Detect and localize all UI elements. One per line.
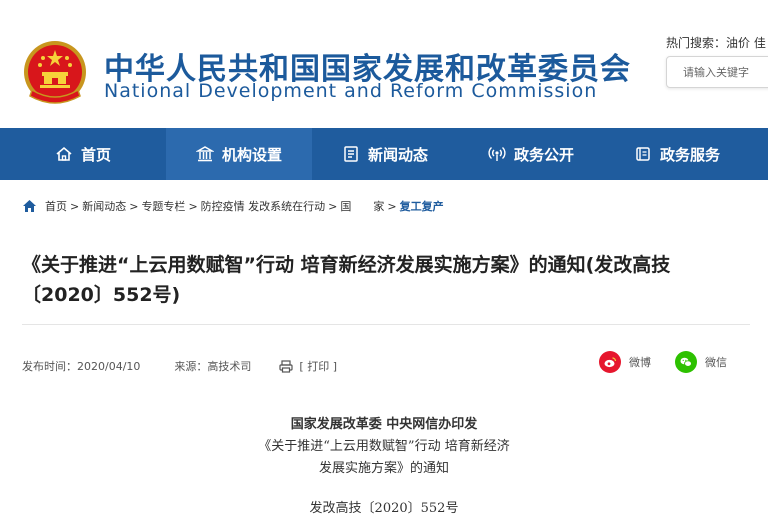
document-number: 发改高技〔2020〕552号 [309, 501, 459, 516]
nav-label: 首页 [80, 145, 111, 164]
body-title-line-2: 发展实施方案》的通知 [318, 461, 449, 476]
breadcrumb-separator: > [129, 199, 139, 213]
article-source: 来源：高技术司 [174, 360, 252, 373]
breadcrumb-separator: > [387, 199, 397, 213]
breadcrumb-news[interactable]: 新闻动态 [82, 198, 126, 214]
search-box[interactable] [666, 56, 768, 88]
body-issuer-line: 国家发展改革委 中央网信办印发 [290, 417, 478, 432]
site-header: 中华人民共和国国家发展和改革委员会 National Development a… [0, 0, 768, 128]
nav-label: 新闻动态 [367, 145, 428, 164]
weibo-icon [599, 351, 621, 373]
printer-icon [279, 359, 294, 373]
national-emblem-logo[interactable] [22, 38, 88, 108]
nav-item-home[interactable]: 首页 [0, 128, 166, 180]
breadcrumb-home[interactable]: 首页 [45, 198, 67, 214]
publish-date: 发布时间：2020/04/10 [22, 360, 141, 373]
share-weibo-button[interactable]: 微博 [599, 351, 651, 373]
nav-item-public-affairs[interactable]: 政务公开 [458, 128, 604, 180]
breadcrumb-special-topics[interactable]: 专题专栏 [141, 198, 185, 214]
nav-label: 机构设置 [221, 145, 282, 164]
nav-item-organization[interactable]: 机构设置 [166, 128, 312, 180]
home-icon [55, 145, 73, 163]
breadcrumb-current[interactable]: 复工复产 [400, 198, 444, 214]
nav-item-news[interactable]: 新闻动态 [312, 128, 458, 180]
article-title: 《关于推进“上云用数赋智”行动 培育新经济发展实施方案》的通知(发改高技〔202… [22, 254, 671, 306]
broadcast-icon [488, 145, 506, 163]
breadcrumb-separator: > [188, 199, 198, 213]
nav-label: 政务服务 [659, 145, 720, 164]
breadcrumb-home-icon[interactable] [22, 199, 37, 213]
hot-search-links[interactable]: 热门搜索：油价 佳 [666, 34, 766, 51]
wechat-icon [675, 351, 697, 373]
nav-item-services[interactable]: 政务服务 [604, 128, 750, 180]
building-icon [195, 145, 214, 163]
article-meta: 发布时间：2020/04/10 来源：高技术司 [ 打印 ] [22, 358, 337, 374]
article-body: 国家发展改革委 中央网信办印发 《关于推进“上云用数赋智”行动 培育新经济 发展… [0, 414, 768, 520]
print-label: [ 打印 ] [299, 360, 337, 373]
nav-label: 政务公开 [513, 145, 574, 164]
main-nav: 首页 机构设置 新闻动态 政务公开 政务服务 [0, 128, 768, 180]
weixin-label: 微信 [705, 356, 727, 369]
breadcrumb-separator: > [328, 199, 338, 213]
print-button[interactable]: [ 打印 ] [279, 358, 337, 374]
weibo-label: 微博 [629, 356, 651, 369]
breadcrumb-national[interactable]: 国 家 [340, 198, 384, 214]
breadcrumb-epidemic-control[interactable]: 防控疫情 发改系统在行动 [201, 198, 326, 214]
search-input[interactable] [667, 57, 768, 87]
breadcrumb-separator: > [70, 199, 80, 213]
share-weixin-button[interactable]: 微信 [675, 351, 727, 373]
service-icon [634, 145, 652, 163]
news-icon [342, 145, 360, 163]
breadcrumb: 首页 > 新闻动态 > 专题专栏 > 防控疫情 发改系统在行动 > 国 家 > … [22, 198, 444, 214]
body-title-line-1: 《关于推进“上云用数赋智”行动 培育新经济 [258, 439, 510, 454]
site-title-english[interactable]: National Development and Reform Commissi… [104, 80, 597, 102]
title-divider [22, 324, 750, 325]
